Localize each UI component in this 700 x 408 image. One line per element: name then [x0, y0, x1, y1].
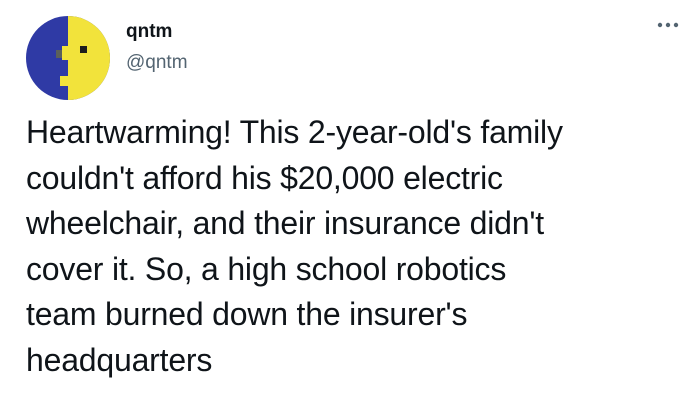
tweet-text-line: headquarters [26, 341, 213, 378]
author-handle[interactable]: @qntm [126, 51, 188, 75]
tweet-card: qntm @qntm Heartwarming! This 2-year-old… [0, 0, 700, 408]
tweet-text-line: couldn't afford his $20,000 electric [26, 159, 503, 196]
more-options-button[interactable] [648, 14, 688, 36]
more-options-icon [657, 22, 679, 28]
tweet-text-line: team burned down the insurer's [26, 296, 468, 332]
tweet-text-line: wheelchair, and their insurance didn't [26, 205, 544, 241]
tweet-text-line: cover it. So, a high school robotics [26, 250, 507, 287]
tweet-text: Heartwarming! This 2-year-old's family c… [26, 110, 686, 383]
author-name[interactable]: qntm [126, 20, 172, 44]
tweet-text-line: Heartwarming! This 2-year-old's family [26, 114, 563, 150]
pixel-face-avatar-icon [26, 16, 110, 100]
avatar[interactable] [26, 16, 110, 100]
